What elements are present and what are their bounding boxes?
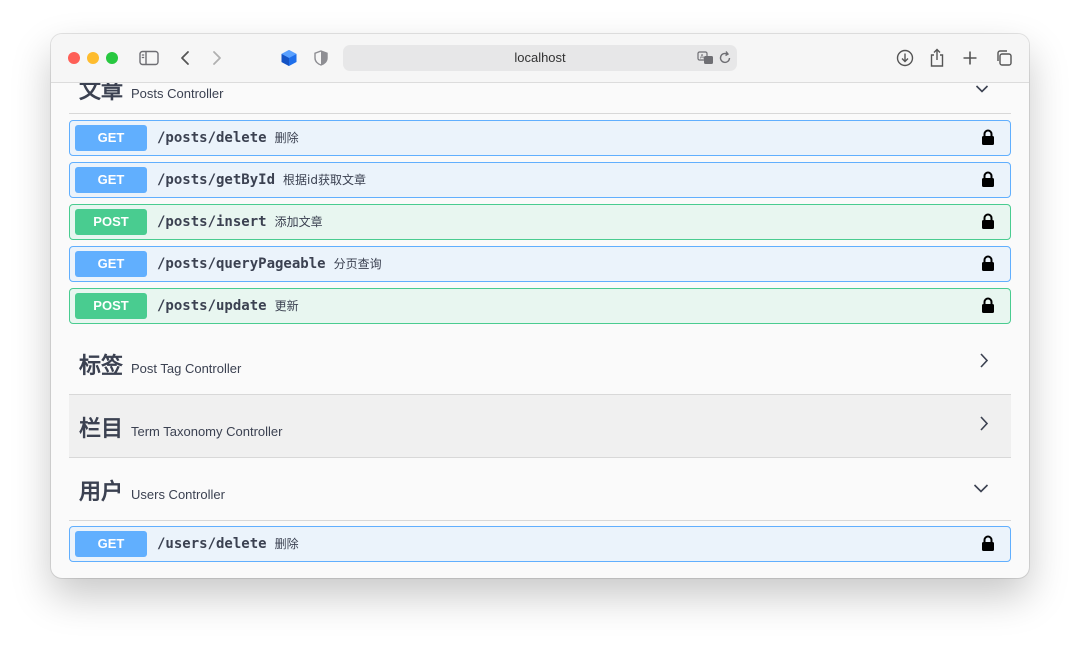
- address-text: localhost: [514, 50, 566, 65]
- section-posts[interactable]: 文章 Posts Controller: [69, 83, 1011, 114]
- method-badge: POST: [75, 293, 147, 319]
- path-text: /posts/insert: [157, 214, 267, 230]
- section-title: 文章: [79, 83, 124, 104]
- section-description: Users Controller: [131, 487, 225, 502]
- operation-path: /posts/insert 添加文章: [157, 205, 323, 239]
- operation-summary: 添加文章: [274, 215, 323, 229]
- chevron-right-icon[interactable]: [979, 416, 989, 437]
- operation-path: /posts/queryPageable 分页查询: [157, 247, 382, 281]
- method-badge: GET: [75, 531, 147, 557]
- sidebar-toggle-icon[interactable]: [139, 47, 159, 69]
- method-badge: POST: [75, 209, 147, 235]
- operation-posts-getbyid[interactable]: GET /posts/getById 根据id获取文章: [69, 162, 1011, 198]
- section-title: 用户: [79, 480, 124, 505]
- operation-path: /posts/update 更新: [157, 289, 299, 323]
- lock-icon[interactable]: [981, 255, 995, 277]
- operation-summary: 删除: [274, 131, 299, 145]
- back-icon[interactable]: [179, 47, 191, 69]
- chevron-down-icon[interactable]: [975, 83, 989, 99]
- section-description: Term Taxonomy Controller: [131, 424, 283, 439]
- section-title: 标签: [79, 354, 124, 379]
- chevron-down-icon[interactable]: [973, 480, 989, 498]
- section-description: Post Tag Controller: [131, 361, 242, 376]
- operation-posts-querypageable[interactable]: GET /posts/queryPageable 分页查询: [69, 246, 1011, 282]
- section-tags[interactable]: 标签 Post Tag Controller: [69, 332, 1011, 395]
- operation-path: /users/delete 删除: [157, 527, 299, 561]
- share-icon[interactable]: [929, 47, 945, 69]
- operation-summary: 更新: [274, 299, 299, 313]
- path-text: /posts/delete: [157, 130, 267, 146]
- page-content: 文章 Posts Controller GET /posts/delete 删除 …: [51, 83, 1029, 578]
- method-badge: GET: [75, 167, 147, 193]
- operation-path: /posts/getById 根据id获取文章: [157, 163, 366, 197]
- tab-overview-icon[interactable]: [995, 47, 1013, 69]
- section-title: 栏目: [79, 417, 124, 442]
- lock-icon[interactable]: [981, 535, 995, 557]
- lock-icon[interactable]: [981, 129, 995, 151]
- lock-icon[interactable]: [981, 297, 995, 319]
- browser-window: localhost A 文章 Posts Controller GET /pos…: [51, 34, 1029, 578]
- forward-icon[interactable]: [211, 47, 223, 69]
- browser-toolbar: localhost A: [51, 34, 1029, 83]
- operation-summary: 根据id获取文章: [283, 173, 366, 187]
- method-badge: GET: [75, 125, 147, 151]
- new-tab-icon[interactable]: [962, 47, 978, 69]
- path-text: /posts/getById: [157, 172, 276, 188]
- zoom-window-button[interactable]: [106, 52, 118, 64]
- operation-path: /posts/delete 删除: [157, 121, 299, 155]
- path-text: /posts/update: [157, 298, 267, 314]
- posts-operations: GET /posts/delete 删除 GET /posts/getById 根据…: [69, 120, 1011, 332]
- operation-posts-update[interactable]: POST /posts/update 更新: [69, 288, 1011, 324]
- downloads-icon[interactable]: [896, 47, 914, 69]
- path-text: /posts/queryPageable: [157, 256, 326, 272]
- path-text: /users/delete: [157, 536, 267, 552]
- extension-cube-icon[interactable]: [280, 47, 298, 69]
- operation-posts-delete[interactable]: GET /posts/delete 删除: [69, 120, 1011, 156]
- privacy-shield-icon[interactable]: [314, 47, 328, 69]
- section-taxonomy[interactable]: 栏目 Term Taxonomy Controller: [69, 395, 1011, 458]
- address-bar[interactable]: localhost A: [343, 45, 737, 71]
- translate-icon[interactable]: A: [697, 49, 715, 72]
- lock-icon[interactable]: [981, 171, 995, 193]
- operation-users-delete[interactable]: GET /users/delete 删除: [69, 526, 1011, 562]
- section-users[interactable]: 用户 Users Controller: [69, 458, 1011, 521]
- method-badge: GET: [75, 251, 147, 277]
- reload-icon[interactable]: [717, 49, 733, 72]
- operation-summary: 分页查询: [333, 257, 382, 271]
- minimize-window-button[interactable]: [87, 52, 99, 64]
- chevron-right-icon[interactable]: [979, 353, 989, 374]
- operation-summary: 删除: [274, 537, 299, 551]
- close-window-button[interactable]: [68, 52, 80, 64]
- lock-icon[interactable]: [981, 213, 995, 235]
- operation-posts-insert[interactable]: POST /posts/insert 添加文章: [69, 204, 1011, 240]
- section-description: Posts Controller: [131, 86, 224, 101]
